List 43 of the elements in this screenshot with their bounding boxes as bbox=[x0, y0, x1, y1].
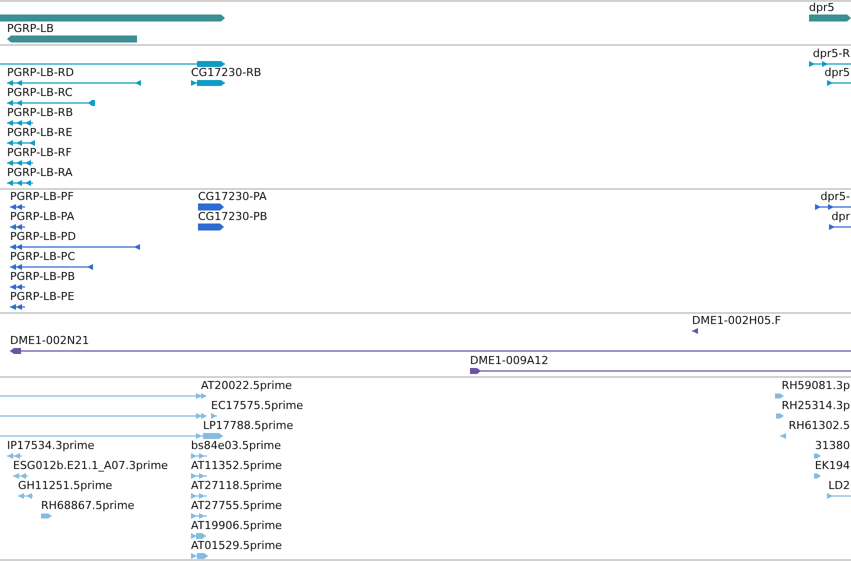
feature-label: PGRP-LB-RB bbox=[7, 107, 73, 119]
feature-label: IP17534.3prime bbox=[7, 440, 94, 452]
feature-label: AT01529.5prime bbox=[191, 540, 282, 552]
feature-label: DME1-009A12 bbox=[470, 355, 548, 367]
feature-label: PGRP-LB-PA bbox=[10, 211, 74, 223]
feature-label: GH11251.5prime bbox=[18, 480, 112, 492]
feature-label: CG17230-PB bbox=[198, 211, 268, 223]
feature-label: PGRP-LB-PD bbox=[10, 231, 76, 243]
feature-label: dpr5 bbox=[809, 2, 834, 14]
feature-label: LD2 bbox=[828, 480, 850, 492]
feature-label: AT27755.5prime bbox=[191, 500, 282, 512]
feature-label: AT20022.5prime bbox=[201, 380, 292, 392]
feature-label: PGRP-LB-RC bbox=[7, 87, 73, 99]
feature-label: PGRP-LB-PC bbox=[10, 251, 76, 263]
feature-label: 31380 bbox=[815, 440, 850, 452]
feature-label: dpr5- bbox=[820, 191, 850, 203]
feature-label: RH59081.3p bbox=[782, 380, 850, 392]
feature-label: DME1-002N21 bbox=[10, 335, 90, 347]
feature-label: PGRP-LB-RF bbox=[7, 147, 72, 159]
feature-label: DME1-002H05.F bbox=[692, 315, 781, 327]
feature-label: PGRP-LB-PB bbox=[10, 271, 75, 283]
feature-label: LP17788.5prime bbox=[203, 420, 294, 432]
feature-label: AT19906.5prime bbox=[191, 520, 282, 532]
feature-label: PGRP-LB bbox=[7, 23, 54, 35]
feature-label: RH61302.5 bbox=[788, 420, 850, 432]
feature-label: dpr5 bbox=[824, 67, 850, 79]
feature-label: AT27118.5prime bbox=[191, 480, 282, 492]
feature-label: PGRP-LB-RE bbox=[7, 127, 72, 139]
feature-label: ESG012b.E21.1_A07.3prime bbox=[13, 460, 168, 472]
feature-label: PGRP-LB-PF bbox=[10, 191, 74, 203]
feature-label: CG17230-PA bbox=[198, 191, 267, 203]
feature-label: RH25314.3p bbox=[782, 400, 850, 412]
feature-label: RH68867.5prime bbox=[41, 500, 134, 512]
feature-label: PGRP-LB-RD bbox=[7, 67, 74, 79]
feature-label: AT11352.5prime bbox=[191, 460, 282, 472]
feature-label: bs84e03.5prime bbox=[191, 440, 282, 452]
feature-label: PGRP-LB-PE bbox=[10, 291, 74, 303]
feature-label: EK194 bbox=[814, 460, 850, 472]
feature-label: CG17230-RB bbox=[191, 67, 262, 79]
feature-label: PGRP-LB-RA bbox=[7, 167, 73, 179]
feature-label: dpr5-R bbox=[812, 48, 850, 60]
feature-label: dpr bbox=[832, 211, 850, 223]
feature-label: EC17575.5prime bbox=[211, 400, 304, 412]
